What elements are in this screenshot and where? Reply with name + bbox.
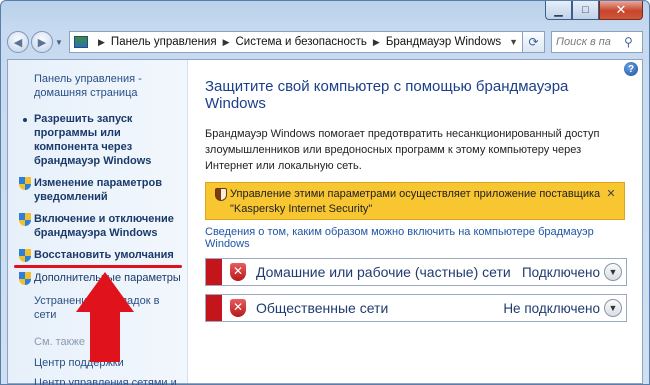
refresh-button[interactable]: ⟳ [523,31,545,53]
sidebar-item-label: Изменение параметров уведомлений [34,177,162,203]
maximize-button[interactable]: □ [572,1,599,20]
search-input[interactable]: Поиск в па ⚲ [551,31,643,53]
sidebar-item-label: Включение и отключение брандмауэра Windo… [34,213,174,239]
breadcrumb-separator-icon[interactable]: ▶ [373,37,380,48]
control-panel-icon [74,36,88,48]
breadcrumb-separator-icon[interactable]: ▶ [98,37,105,48]
network-status: Не подключено [503,300,600,316]
close-icon[interactable]: ✕ [604,187,618,202]
forward-button[interactable]: ▶ [31,31,53,53]
breadcrumb-firewall[interactable]: Брандмауэр Windows [386,36,501,48]
shield-icon [19,272,31,286]
breadcrumb-separator-icon[interactable]: ▶ [223,37,230,48]
chevron-down-icon[interactable]: ▼ [604,299,622,317]
content-area: Панель управления - домашняя страница Ра… [7,59,643,385]
network-status: Подключено [521,264,600,280]
see-also-network-center[interactable]: Центр управления сетями и общим доступом [16,376,181,385]
help-icon[interactable]: ? [624,62,638,76]
sidebar-home-link[interactable]: Панель управления - домашняя страница [16,72,181,100]
sidebar: Панель управления - домашняя страница Ра… [8,60,188,385]
sidebar-item-label: Восстановить умолчания [34,249,174,261]
network-row-public[interactable]: ✕ Общественные сети Не подключено ▼ [205,294,627,322]
firewall-info-link[interactable]: Сведения о том, каким образом можно вклю… [205,226,632,250]
status-bar [206,295,222,321]
error-shield-icon: ✕ [228,262,248,282]
network-name: Домашние или рабочие (частные) сети [256,264,511,280]
annotation-underline [14,265,182,268]
sidebar-item-label: Разрешить запуск программы или компонент… [34,113,152,167]
minimize-button[interactable]: ▁ [545,1,572,20]
warning-shield-icon [215,188,227,201]
navigation-row: ◀ ▶ ▼ ▶ Панель управления ▶ Система и бе… [7,29,643,55]
main-panel: ? Защитите свой компьютер с помощью бран… [189,60,642,383]
address-bar[interactable]: ▶ Панель управления ▶ Система и безопасн… [69,31,523,53]
back-button[interactable]: ◀ [7,31,29,53]
annotation-arrow-icon [76,272,134,362]
search-placeholder: Поиск в па [556,36,611,48]
sidebar-item-allow-program[interactable]: Разрешить запуск программы или компонент… [16,112,181,168]
page-description: Брандмауэр Windows помогает предотвратит… [205,128,600,172]
sidebar-item-restore-defaults[interactable]: Восстановить умолчания [16,248,181,263]
breadcrumb-system-security[interactable]: Система и безопасность [236,36,367,48]
shield-icon [19,249,31,263]
shield-icon [19,213,31,227]
shield-icon [19,177,31,191]
vendor-warning-banner: Управление этими параметрами осуществляе… [205,182,625,220]
sidebar-item-notifications[interactable]: Изменение параметров уведомлений [16,176,181,204]
sidebar-item-toggle-firewall[interactable]: Включение и отключение брандмауэра Windo… [16,212,181,240]
caption-buttons: ▁ □ ✕ [545,1,643,20]
control-panel-window: ▁ □ ✕ ◀ ▶ ▼ ▶ Панель управления ▶ Систем… [0,0,650,385]
history-dropdown-icon[interactable]: ▼ [55,38,65,47]
error-shield-icon: ✕ [228,298,248,318]
network-row-private[interactable]: ✕ Домашние или рабочие (частные) сети По… [205,258,627,286]
bullet-icon [23,118,27,122]
breadcrumb-control-panel[interactable]: Панель управления [111,36,217,48]
page-title: Защитите свой компьютер с помощью брандм… [205,78,569,112]
warning-text: Управление этими параметрами осуществляе… [230,188,601,215]
search-icon[interactable]: ⚲ [624,35,642,49]
network-name: Общественные сети [256,300,389,316]
close-button[interactable]: ✕ [599,1,643,20]
chevron-down-icon[interactable]: ▼ [604,263,622,281]
status-bar [206,259,222,285]
address-dropdown-icon[interactable]: ▼ [509,37,518,47]
